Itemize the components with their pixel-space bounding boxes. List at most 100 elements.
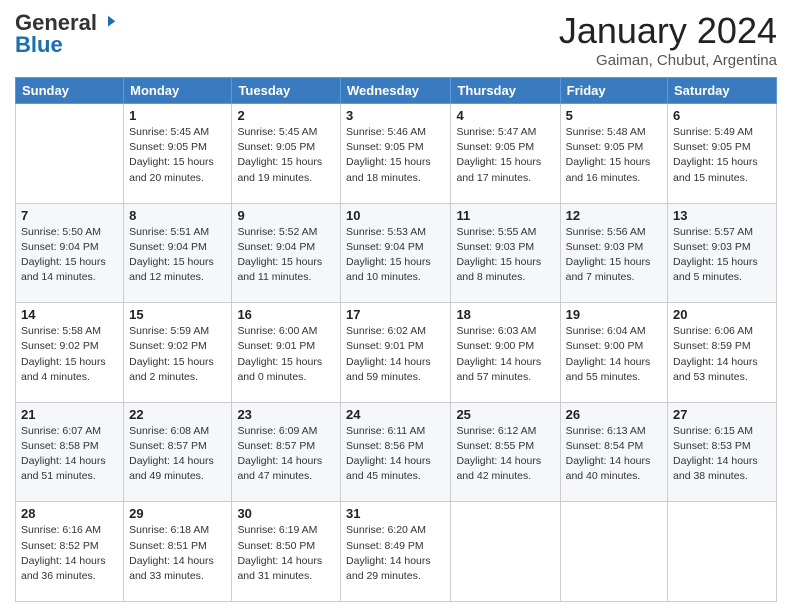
calendar-cell: 21 Sunrise: 6:07 AM Sunset: 8:58 PM Dayli… [16, 402, 124, 502]
calendar-cell: 29 Sunrise: 6:18 AM Sunset: 8:51 PM Dayli… [124, 502, 232, 602]
day-number: 31 [346, 506, 445, 521]
day-info: Sunrise: 5:51 AM Sunset: 9:04 PM Dayligh… [129, 225, 226, 286]
day-header-sunday: Sunday [16, 78, 124, 104]
day-header-monday: Monday [124, 78, 232, 104]
days-header-row: SundayMondayTuesdayWednesdayThursdayFrid… [16, 78, 777, 104]
day-info: Sunrise: 5:53 AM Sunset: 9:04 PM Dayligh… [346, 225, 445, 286]
week-row-5: 28 Sunrise: 6:16 AM Sunset: 8:52 PM Dayli… [16, 502, 777, 602]
day-header-friday: Friday [560, 78, 667, 104]
calendar-cell: 16 Sunrise: 6:00 AM Sunset: 9:01 PM Dayli… [232, 303, 341, 403]
day-number: 12 [566, 208, 662, 223]
day-info: Sunrise: 6:06 AM Sunset: 8:59 PM Dayligh… [673, 324, 771, 385]
calendar-cell [668, 502, 777, 602]
day-info: Sunrise: 6:19 AM Sunset: 8:50 PM Dayligh… [237, 523, 335, 584]
calendar-cell: 23Sunrise: 6:09 AM Sunset: 8:57 PM Dayli… [232, 402, 341, 502]
calendar-cell [451, 502, 560, 602]
day-info: Sunrise: 5:52 AM Sunset: 9:04 PM Dayligh… [237, 225, 335, 286]
day-number: 14 [21, 307, 118, 322]
day-number: 17 [346, 307, 445, 322]
day-number: 29 [129, 506, 226, 521]
month-title: January 2024 [559, 10, 777, 52]
day-info: Sunrise: 6:20 AM Sunset: 8:49 PM Dayligh… [346, 523, 445, 584]
day-number: 4 [456, 108, 554, 123]
day-info: Sunrise: 6:16 AM Sunset: 8:52 PM Dayligh… [21, 523, 118, 584]
day-info: Sunrise: 5:45 AM Sunset: 9:05 PM Dayligh… [237, 125, 335, 186]
day-info: Sunrise: 6:08 AM Sunset: 8:57 PM Dayligh… [129, 424, 226, 485]
day-info: Sunrise: 6:09 AM Sunset: 8:57 PM Dayligh… [237, 424, 335, 485]
day-info: Sunrise: 5:57 AM Sunset: 9:03 PM Dayligh… [673, 225, 771, 286]
day-info: Sunrise: 6:11 AM Sunset: 8:56 PM Dayligh… [346, 424, 445, 485]
day-number: 11 [456, 208, 554, 223]
calendar-cell: 19 Sunrise: 6:04 AM Sunset: 9:00 PM Dayli… [560, 303, 667, 403]
calendar-cell: 2 Sunrise: 5:45 AM Sunset: 9:05 PM Daylig… [232, 104, 341, 204]
calendar-cell: 12 Sunrise: 5:56 AM Sunset: 9:03 PM Dayli… [560, 203, 667, 303]
day-info: Sunrise: 5:49 AM Sunset: 9:05 PM Dayligh… [673, 125, 771, 186]
day-info: Sunrise: 6:12 AM Sunset: 8:55 PM Dayligh… [456, 424, 554, 485]
day-number: 27 [673, 407, 771, 422]
day-number: 30 [237, 506, 335, 521]
day-info: Sunrise: 6:18 AM Sunset: 8:51 PM Dayligh… [129, 523, 226, 584]
logo-flag-icon [99, 14, 117, 32]
logo: General Blue [15, 10, 117, 58]
calendar-cell: 26Sunrise: 6:13 AM Sunset: 8:54 PM Dayli… [560, 402, 667, 502]
day-number: 25 [456, 407, 554, 422]
day-number: 21 [21, 407, 118, 422]
calendar-cell: 18 Sunrise: 6:03 AM Sunset: 9:00 PM Dayli… [451, 303, 560, 403]
day-number: 2 [237, 108, 335, 123]
day-info: Sunrise: 6:04 AM Sunset: 9:00 PM Dayligh… [566, 324, 662, 385]
day-header-saturday: Saturday [668, 78, 777, 104]
week-row-3: 14Sunrise: 5:58 AM Sunset: 9:02 PM Dayli… [16, 303, 777, 403]
day-number: 5 [566, 108, 662, 123]
day-number: 15 [129, 307, 226, 322]
day-number: 9 [237, 208, 335, 223]
calendar-cell [16, 104, 124, 204]
calendar-cell: 11 Sunrise: 5:55 AM Sunset: 9:03 PM Dayli… [451, 203, 560, 303]
calendar-cell: 31 Sunrise: 6:20 AM Sunset: 8:49 PM Dayli… [341, 502, 451, 602]
calendar-cell: 20 Sunrise: 6:06 AM Sunset: 8:59 PM Dayli… [668, 303, 777, 403]
day-number: 13 [673, 208, 771, 223]
calendar-cell: 5 Sunrise: 5:48 AM Sunset: 9:05 PM Daylig… [560, 104, 667, 204]
calendar-cell: 8 Sunrise: 5:51 AM Sunset: 9:04 PM Daylig… [124, 203, 232, 303]
week-row-2: 7 Sunrise: 5:50 AM Sunset: 9:04 PM Daylig… [16, 203, 777, 303]
day-info: Sunrise: 6:02 AM Sunset: 9:01 PM Dayligh… [346, 324, 445, 385]
day-info: Sunrise: 6:00 AM Sunset: 9:01 PM Dayligh… [237, 324, 335, 385]
day-header-thursday: Thursday [451, 78, 560, 104]
calendar-cell: 28 Sunrise: 6:16 AM Sunset: 8:52 PM Dayli… [16, 502, 124, 602]
calendar-cell: 22Sunrise: 6:08 AM Sunset: 8:57 PM Dayli… [124, 402, 232, 502]
calendar-cell: 4Sunrise: 5:47 AM Sunset: 9:05 PM Daylig… [451, 104, 560, 204]
day-number: 19 [566, 307, 662, 322]
calendar-cell: 25 Sunrise: 6:12 AM Sunset: 8:55 PM Dayli… [451, 402, 560, 502]
day-header-wednesday: Wednesday [341, 78, 451, 104]
calendar-cell: 13 Sunrise: 5:57 AM Sunset: 9:03 PM Dayli… [668, 203, 777, 303]
calendar-cell: 14Sunrise: 5:58 AM Sunset: 9:02 PM Dayli… [16, 303, 124, 403]
day-info: Sunrise: 5:48 AM Sunset: 9:05 PM Dayligh… [566, 125, 662, 186]
day-number: 6 [673, 108, 771, 123]
calendar-table: SundayMondayTuesdayWednesdayThursdayFrid… [15, 77, 777, 602]
day-info: Sunrise: 5:55 AM Sunset: 9:03 PM Dayligh… [456, 225, 554, 286]
day-number: 18 [456, 307, 554, 322]
day-info: Sunrise: 5:46 AM Sunset: 9:05 PM Dayligh… [346, 125, 445, 186]
page: General Blue January 2024 Gaiman, Chubut… [0, 0, 792, 612]
day-info: Sunrise: 6:07 AM Sunset: 8:58 PM Dayligh… [21, 424, 118, 485]
day-info: Sunrise: 6:13 AM Sunset: 8:54 PM Dayligh… [566, 424, 662, 485]
calendar-cell: 30 Sunrise: 6:19 AM Sunset: 8:50 PM Dayli… [232, 502, 341, 602]
day-number: 8 [129, 208, 226, 223]
calendar-cell: 27Sunrise: 6:15 AM Sunset: 8:53 PM Dayli… [668, 402, 777, 502]
calendar-cell: 10Sunrise: 5:53 AM Sunset: 9:04 PM Dayli… [341, 203, 451, 303]
day-info: Sunrise: 5:59 AM Sunset: 9:02 PM Dayligh… [129, 324, 226, 385]
calendar-cell: 6 Sunrise: 5:49 AM Sunset: 9:05 PM Daylig… [668, 104, 777, 204]
calendar-cell: 15 Sunrise: 5:59 AM Sunset: 9:02 PM Dayli… [124, 303, 232, 403]
day-number: 28 [21, 506, 118, 521]
week-row-4: 21 Sunrise: 6:07 AM Sunset: 8:58 PM Dayli… [16, 402, 777, 502]
location: Gaiman, Chubut, Argentina [559, 52, 777, 69]
day-info: Sunrise: 5:56 AM Sunset: 9:03 PM Dayligh… [566, 225, 662, 286]
title-area: January 2024 Gaiman, Chubut, Argentina [559, 10, 777, 69]
day-number: 24 [346, 407, 445, 422]
calendar-cell: 1Sunrise: 5:45 AM Sunset: 9:05 PM Daylig… [124, 104, 232, 204]
day-number: 20 [673, 307, 771, 322]
day-number: 7 [21, 208, 118, 223]
calendar-cell: 9 Sunrise: 5:52 AM Sunset: 9:04 PM Daylig… [232, 203, 341, 303]
day-info: Sunrise: 6:03 AM Sunset: 9:00 PM Dayligh… [456, 324, 554, 385]
day-number: 16 [237, 307, 335, 322]
day-info: Sunrise: 5:50 AM Sunset: 9:04 PM Dayligh… [21, 225, 118, 286]
